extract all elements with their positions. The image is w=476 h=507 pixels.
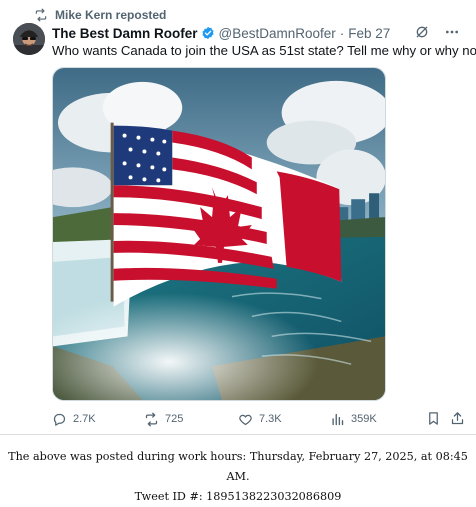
verified-badge-icon	[201, 26, 214, 40]
like-count: 7.3K	[259, 413, 282, 425]
reply-action[interactable]: 2.7K	[52, 410, 96, 428]
view-count: 359K	[351, 413, 377, 425]
repost-icon	[35, 8, 47, 22]
heart-icon	[239, 414, 252, 425]
grok-icon[interactable]	[414, 24, 430, 40]
footer-divider	[0, 434, 476, 435]
more-options-icon[interactable]	[444, 24, 460, 40]
views-action[interactable]: 359K	[330, 410, 377, 428]
header-actions	[414, 24, 460, 40]
tweet-actions: 2.7K 725 7.3K 359K	[52, 410, 468, 428]
repost-action[interactable]: 725	[144, 410, 183, 428]
author-name[interactable]: The Best Damn Roofer	[52, 26, 198, 41]
separator-dot: ·	[339, 25, 345, 41]
author-avatar[interactable]	[13, 23, 45, 55]
flag-waterfall-image	[53, 68, 385, 400]
share-icon[interactable]	[450, 411, 465, 426]
reply-count: 2.7K	[73, 413, 96, 425]
author-handle[interactable]: @BestDamnRoofer	[219, 26, 336, 41]
repost-text[interactable]: Mike Kern reposted	[55, 8, 166, 22]
tweet-text: Who wants Canada to join the USA as 51st…	[52, 43, 476, 58]
tweet-id-note: Tweet ID #: 1895138223032086809	[134, 490, 342, 503]
tweet-date[interactable]: Feb 27	[348, 26, 390, 41]
tweet-header: The Best Damn Roofer @BestDamnRoofer · F…	[52, 24, 460, 42]
repost-indicator[interactable]: Mike Kern reposted	[34, 7, 166, 23]
like-action[interactable]: 7.3K	[238, 410, 282, 428]
repost-icon	[145, 412, 158, 426]
reply-icon	[53, 413, 66, 426]
bookmark-icon[interactable]	[426, 411, 441, 426]
caption-footer: The above was posted during work hours: …	[0, 447, 476, 507]
work-hours-note: The above was posted during work hours: …	[8, 450, 468, 483]
avatar-image	[13, 23, 45, 55]
tweet-media-image[interactable]	[52, 67, 386, 401]
repost-count: 725	[165, 413, 184, 425]
tweet-card[interactable]: Mike Kern reposted The Best Damn Roofer …	[0, 0, 476, 434]
views-chart-icon	[332, 413, 344, 425]
